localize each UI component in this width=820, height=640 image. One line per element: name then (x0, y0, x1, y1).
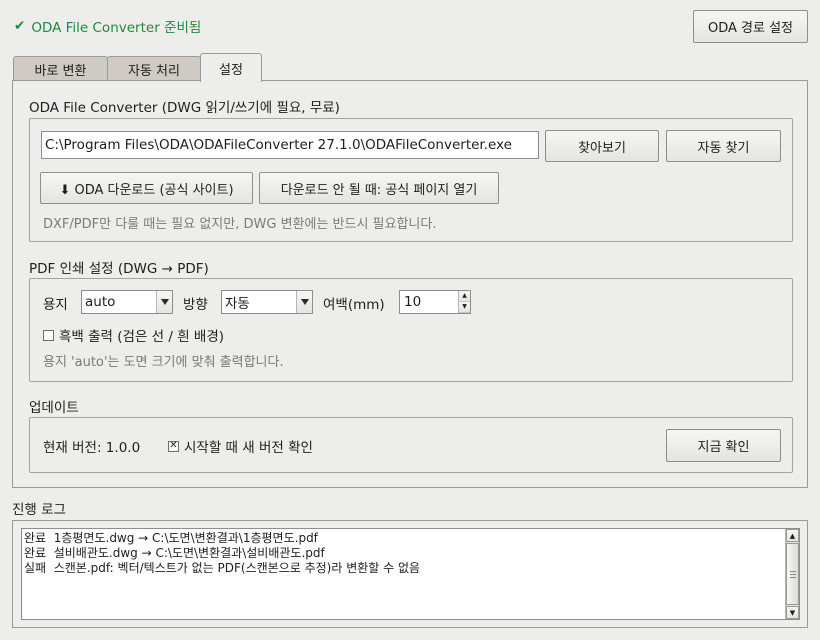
tab-direct-convert[interactable]: 바로 변환 (13, 56, 108, 82)
status-indicator: ✔ ODA File Converter 준비됨 (14, 16, 201, 36)
orientation-select[interactable]: 자동 (221, 290, 313, 314)
tab-label: 자동 처리 (128, 64, 180, 79)
check-now-button[interactable]: 지금 확인 (666, 429, 781, 462)
scroll-up-icon[interactable]: ▲ (786, 529, 799, 542)
settings-panel: ODA File Converter (DWG 읽기/쓰기에 필요, 무료) C… (12, 80, 808, 488)
spin-up-icon[interactable]: ▲ (459, 291, 470, 302)
pdf-group: 용지 auto 방향 자동 여백(mm) 10 ▲ ▼ 흑백 출력 (검은 선 … (29, 278, 793, 382)
tab-auto-process[interactable]: 자동 처리 (107, 56, 201, 82)
scroll-thumb[interactable] (786, 543, 799, 605)
log-scrollbar[interactable]: ▲ ▼ (785, 529, 799, 619)
log-line: 완료 1층평면도.dwg → C:\도면\변환결과\1층평면도.pdf (24, 531, 318, 545)
paper-select[interactable]: auto (81, 290, 173, 314)
margin-label: 여백(mm) (323, 297, 385, 313)
log-line: 실패 스캔본.pdf: 벡터/텍스트가 없는 PDF(스캔본으로 추정)라 변환… (24, 561, 421, 575)
tab-settings[interactable]: 설정 (200, 53, 262, 82)
tab-label: 바로 변환 (34, 64, 87, 79)
oda-path-settings-button[interactable]: ODA 경로 설정 (693, 10, 808, 43)
oda-hint: DXF/PDF만 다룰 때는 필요 없지만, DWG 변환에는 반드시 필요합니… (43, 217, 437, 232)
current-version: 현재 버전: 1.0.0 (43, 440, 141, 456)
oda-section-title: ODA File Converter (DWG 읽기/쓰기에 필요, 무료) (29, 100, 340, 116)
margin-value: 10 (404, 294, 422, 310)
chevron-down-icon (296, 291, 312, 313)
margin-spinbox[interactable]: 10 ▲ ▼ (399, 290, 471, 314)
update-group: 현재 버전: 1.0.0 ✕ 시작할 때 새 버전 확인 지금 확인 (29, 417, 793, 473)
oda-download-button[interactable]: ⬇ ODA 다운로드 (공식 사이트) (40, 172, 253, 204)
check-on-start-label: 시작할 때 새 버전 확인 (184, 440, 313, 456)
orientation-label: 방향 (183, 297, 208, 313)
mono-output-label: 흑백 출력 (검은 선 / 흰 배경) (59, 329, 225, 345)
log-frame: 완료 1층평면도.dwg → C:\도면\변환결과\1층평면도.pdf 완료 설… (12, 520, 808, 628)
tab-label: 설정 (219, 62, 243, 78)
check-on-start-checkbox[interactable]: ✕ 시작할 때 새 버전 확인 (168, 436, 313, 456)
pdf-section-title: PDF 인쇄 설정 (DWG → PDF) (29, 261, 209, 277)
checkbox-box-checked: ✕ (168, 440, 179, 452)
auto-find-button[interactable]: 자동 찾기 (666, 130, 781, 162)
open-official-page-button[interactable]: 다운로드 안 될 때: 공식 페이지 열기 (259, 172, 499, 204)
pdf-hint: 용지 'auto'는 도면 크기에 맞춰 출력합니다. (43, 355, 284, 370)
mono-output-checkbox[interactable]: 흑백 출력 (검은 선 / 흰 배경) (43, 325, 224, 345)
log-title: 진행 로그 (12, 502, 66, 518)
scroll-down-icon[interactable]: ▼ (786, 606, 799, 619)
log-line: 완료 설비배관도.dwg → C:\도면\변환결과\설비배관도.pdf (24, 546, 325, 560)
log-textarea[interactable]: 완료 1층평면도.dwg → C:\도면\변환결과\1층평면도.pdf 완료 설… (21, 528, 800, 620)
log-lines: 완료 1층평면도.dwg → C:\도면\변환결과\1층평면도.pdf 완료 설… (24, 531, 420, 576)
browse-button[interactable]: 찾아보기 (545, 130, 659, 162)
paper-label: 용지 (43, 297, 68, 313)
chevron-down-icon (156, 291, 172, 313)
oda-path-input[interactable]: C:\Program Files\ODA\ODAFileConverter 27… (41, 131, 539, 159)
check-icon: ✔ (14, 18, 26, 34)
oda-group: C:\Program Files\ODA\ODAFileConverter 27… (29, 118, 793, 242)
orientation-value: 자동 (225, 296, 250, 312)
spin-buttons: ▲ ▼ (458, 291, 470, 313)
checkbox-box (43, 329, 54, 341)
status-text: ODA File Converter 준비됨 (31, 20, 202, 36)
paper-value: auto (85, 294, 116, 310)
update-section-title: 업데이트 (29, 400, 79, 416)
spin-down-icon[interactable]: ▼ (459, 302, 470, 313)
